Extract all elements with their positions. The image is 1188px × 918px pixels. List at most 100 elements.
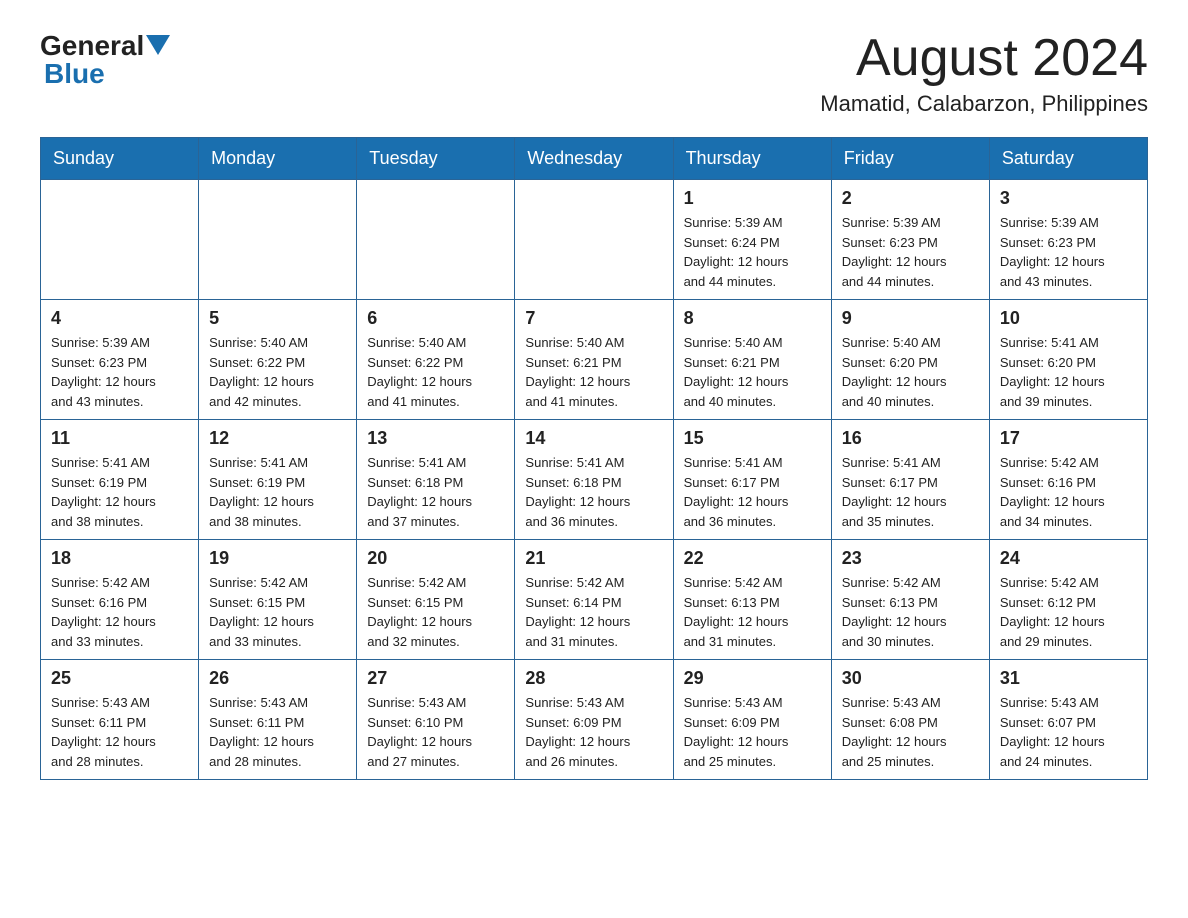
- calendar-cell: 11 Sunrise: 5:41 AM Sunset: 6:19 PM Dayli…: [41, 420, 199, 540]
- day-number: 22: [684, 548, 821, 569]
- day-info: Sunrise: 5:43 AM Sunset: 6:09 PM Dayligh…: [525, 693, 662, 771]
- day-info: Sunrise: 5:43 AM Sunset: 6:10 PM Dayligh…: [367, 693, 504, 771]
- calendar-cell: 28 Sunrise: 5:43 AM Sunset: 6:09 PM Dayli…: [515, 660, 673, 780]
- calendar-cell: [41, 180, 199, 300]
- calendar-cell: 6 Sunrise: 5:40 AM Sunset: 6:22 PM Daylig…: [357, 300, 515, 420]
- day-info: Sunrise: 5:41 AM Sunset: 6:19 PM Dayligh…: [51, 453, 188, 531]
- day-number: 9: [842, 308, 979, 329]
- day-info: Sunrise: 5:41 AM Sunset: 6:18 PM Dayligh…: [525, 453, 662, 531]
- day-number: 16: [842, 428, 979, 449]
- day-number: 21: [525, 548, 662, 569]
- location-text: Mamatid, Calabarzon, Philippines: [820, 91, 1148, 117]
- logo: General Blue: [40, 30, 170, 90]
- calendar-cell: [199, 180, 357, 300]
- day-number: 5: [209, 308, 346, 329]
- calendar-cell: 21 Sunrise: 5:42 AM Sunset: 6:14 PM Dayli…: [515, 540, 673, 660]
- day-info: Sunrise: 5:41 AM Sunset: 6:18 PM Dayligh…: [367, 453, 504, 531]
- day-number: 6: [367, 308, 504, 329]
- calendar-cell: 10 Sunrise: 5:41 AM Sunset: 6:20 PM Dayli…: [989, 300, 1147, 420]
- column-header-wednesday: Wednesday: [515, 138, 673, 180]
- day-info: Sunrise: 5:42 AM Sunset: 6:16 PM Dayligh…: [51, 573, 188, 651]
- day-number: 4: [51, 308, 188, 329]
- day-number: 30: [842, 668, 979, 689]
- day-number: 13: [367, 428, 504, 449]
- logo-text-blue: Blue: [44, 58, 105, 90]
- calendar-week-3: 11 Sunrise: 5:41 AM Sunset: 6:19 PM Dayli…: [41, 420, 1148, 540]
- day-number: 10: [1000, 308, 1137, 329]
- day-number: 11: [51, 428, 188, 449]
- day-number: 24: [1000, 548, 1137, 569]
- day-info: Sunrise: 5:40 AM Sunset: 6:21 PM Dayligh…: [525, 333, 662, 411]
- day-info: Sunrise: 5:42 AM Sunset: 6:16 PM Dayligh…: [1000, 453, 1137, 531]
- day-info: Sunrise: 5:40 AM Sunset: 6:20 PM Dayligh…: [842, 333, 979, 411]
- day-info: Sunrise: 5:39 AM Sunset: 6:24 PM Dayligh…: [684, 213, 821, 291]
- calendar-cell: 20Sunrise: 5:42 AM Sunset: 6:15 PM Dayli…: [357, 540, 515, 660]
- calendar-cell: [357, 180, 515, 300]
- column-header-tuesday: Tuesday: [357, 138, 515, 180]
- day-number: 15: [684, 428, 821, 449]
- day-number: 14: [525, 428, 662, 449]
- calendar-cell: 23 Sunrise: 5:42 AM Sunset: 6:13 PM Dayli…: [831, 540, 989, 660]
- calendar-cell: 16 Sunrise: 5:41 AM Sunset: 6:17 PM Dayli…: [831, 420, 989, 540]
- day-info: Sunrise: 5:40 AM Sunset: 6:21 PM Dayligh…: [684, 333, 821, 411]
- day-info: Sunrise: 5:39 AM Sunset: 6:23 PM Dayligh…: [1000, 213, 1137, 291]
- calendar-cell: 15 Sunrise: 5:41 AM Sunset: 6:17 PM Dayli…: [673, 420, 831, 540]
- day-number: 20: [367, 548, 504, 569]
- day-info: Sunrise: 5:41 AM Sunset: 6:20 PM Dayligh…: [1000, 333, 1137, 411]
- calendar-cell: 29 Sunrise: 5:43 AM Sunset: 6:09 PM Dayli…: [673, 660, 831, 780]
- calendar-cell: 4 Sunrise: 5:39 AM Sunset: 6:23 PM Daylig…: [41, 300, 199, 420]
- calendar-cell: 14 Sunrise: 5:41 AM Sunset: 6:18 PM Dayli…: [515, 420, 673, 540]
- day-number: 3: [1000, 188, 1137, 209]
- calendar-cell: 5 Sunrise: 5:40 AM Sunset: 6:22 PM Daylig…: [199, 300, 357, 420]
- calendar-cell: 1 Sunrise: 5:39 AM Sunset: 6:24 PM Daylig…: [673, 180, 831, 300]
- day-number: 18: [51, 548, 188, 569]
- day-info: Sunrise: 5:43 AM Sunset: 6:11 PM Dayligh…: [51, 693, 188, 771]
- day-info: Sunrise: 5:43 AM Sunset: 6:08 PM Dayligh…: [842, 693, 979, 771]
- header-right: August 2024 Mamatid, Calabarzon, Philipp…: [820, 30, 1148, 117]
- calendar-cell: 9 Sunrise: 5:40 AM Sunset: 6:20 PM Daylig…: [831, 300, 989, 420]
- day-number: 12: [209, 428, 346, 449]
- day-number: 25: [51, 668, 188, 689]
- calendar-cell: 27Sunrise: 5:43 AM Sunset: 6:10 PM Dayli…: [357, 660, 515, 780]
- calendar-week-1: 1 Sunrise: 5:39 AM Sunset: 6:24 PM Daylig…: [41, 180, 1148, 300]
- calendar-cell: 12 Sunrise: 5:41 AM Sunset: 6:19 PM Dayli…: [199, 420, 357, 540]
- page-header: General Blue August 2024 Mamatid, Calaba…: [40, 30, 1148, 117]
- calendar-cell: 30 Sunrise: 5:43 AM Sunset: 6:08 PM Dayli…: [831, 660, 989, 780]
- day-number: 1: [684, 188, 821, 209]
- day-number: 23: [842, 548, 979, 569]
- day-info: Sunrise: 5:43 AM Sunset: 6:09 PM Dayligh…: [684, 693, 821, 771]
- day-info: Sunrise: 5:42 AM Sunset: 6:14 PM Dayligh…: [525, 573, 662, 651]
- calendar-cell: 25 Sunrise: 5:43 AM Sunset: 6:11 PM Dayli…: [41, 660, 199, 780]
- column-header-friday: Friday: [831, 138, 989, 180]
- calendar-header-row: SundayMondayTuesdayWednesdayThursdayFrid…: [41, 138, 1148, 180]
- day-number: 8: [684, 308, 821, 329]
- day-info: Sunrise: 5:39 AM Sunset: 6:23 PM Dayligh…: [51, 333, 188, 411]
- calendar-week-5: 25 Sunrise: 5:43 AM Sunset: 6:11 PM Dayli…: [41, 660, 1148, 780]
- calendar-cell: 7Sunrise: 5:40 AM Sunset: 6:21 PM Daylig…: [515, 300, 673, 420]
- day-info: Sunrise: 5:41 AM Sunset: 6:17 PM Dayligh…: [842, 453, 979, 531]
- calendar-cell: 13 Sunrise: 5:41 AM Sunset: 6:18 PM Dayli…: [357, 420, 515, 540]
- calendar-table: SundayMondayTuesdayWednesdayThursdayFrid…: [40, 137, 1148, 780]
- day-info: Sunrise: 5:41 AM Sunset: 6:19 PM Dayligh…: [209, 453, 346, 531]
- day-info: Sunrise: 5:43 AM Sunset: 6:07 PM Dayligh…: [1000, 693, 1137, 771]
- day-info: Sunrise: 5:42 AM Sunset: 6:15 PM Dayligh…: [209, 573, 346, 651]
- day-number: 31: [1000, 668, 1137, 689]
- day-number: 28: [525, 668, 662, 689]
- calendar-cell: 19Sunrise: 5:42 AM Sunset: 6:15 PM Dayli…: [199, 540, 357, 660]
- column-header-saturday: Saturday: [989, 138, 1147, 180]
- day-info: Sunrise: 5:43 AM Sunset: 6:11 PM Dayligh…: [209, 693, 346, 771]
- calendar-week-2: 4 Sunrise: 5:39 AM Sunset: 6:23 PM Daylig…: [41, 300, 1148, 420]
- calendar-cell: [515, 180, 673, 300]
- column-header-thursday: Thursday: [673, 138, 831, 180]
- logo-triangle-icon: [146, 35, 170, 59]
- day-number: 26: [209, 668, 346, 689]
- day-info: Sunrise: 5:41 AM Sunset: 6:17 PM Dayligh…: [684, 453, 821, 531]
- day-info: Sunrise: 5:40 AM Sunset: 6:22 PM Dayligh…: [367, 333, 504, 411]
- day-number: 17: [1000, 428, 1137, 449]
- calendar-cell: 3 Sunrise: 5:39 AM Sunset: 6:23 PM Daylig…: [989, 180, 1147, 300]
- day-number: 29: [684, 668, 821, 689]
- day-info: Sunrise: 5:39 AM Sunset: 6:23 PM Dayligh…: [842, 213, 979, 291]
- calendar-cell: 22Sunrise: 5:42 AM Sunset: 6:13 PM Dayli…: [673, 540, 831, 660]
- day-info: Sunrise: 5:42 AM Sunset: 6:13 PM Dayligh…: [842, 573, 979, 651]
- day-info: Sunrise: 5:40 AM Sunset: 6:22 PM Dayligh…: [209, 333, 346, 411]
